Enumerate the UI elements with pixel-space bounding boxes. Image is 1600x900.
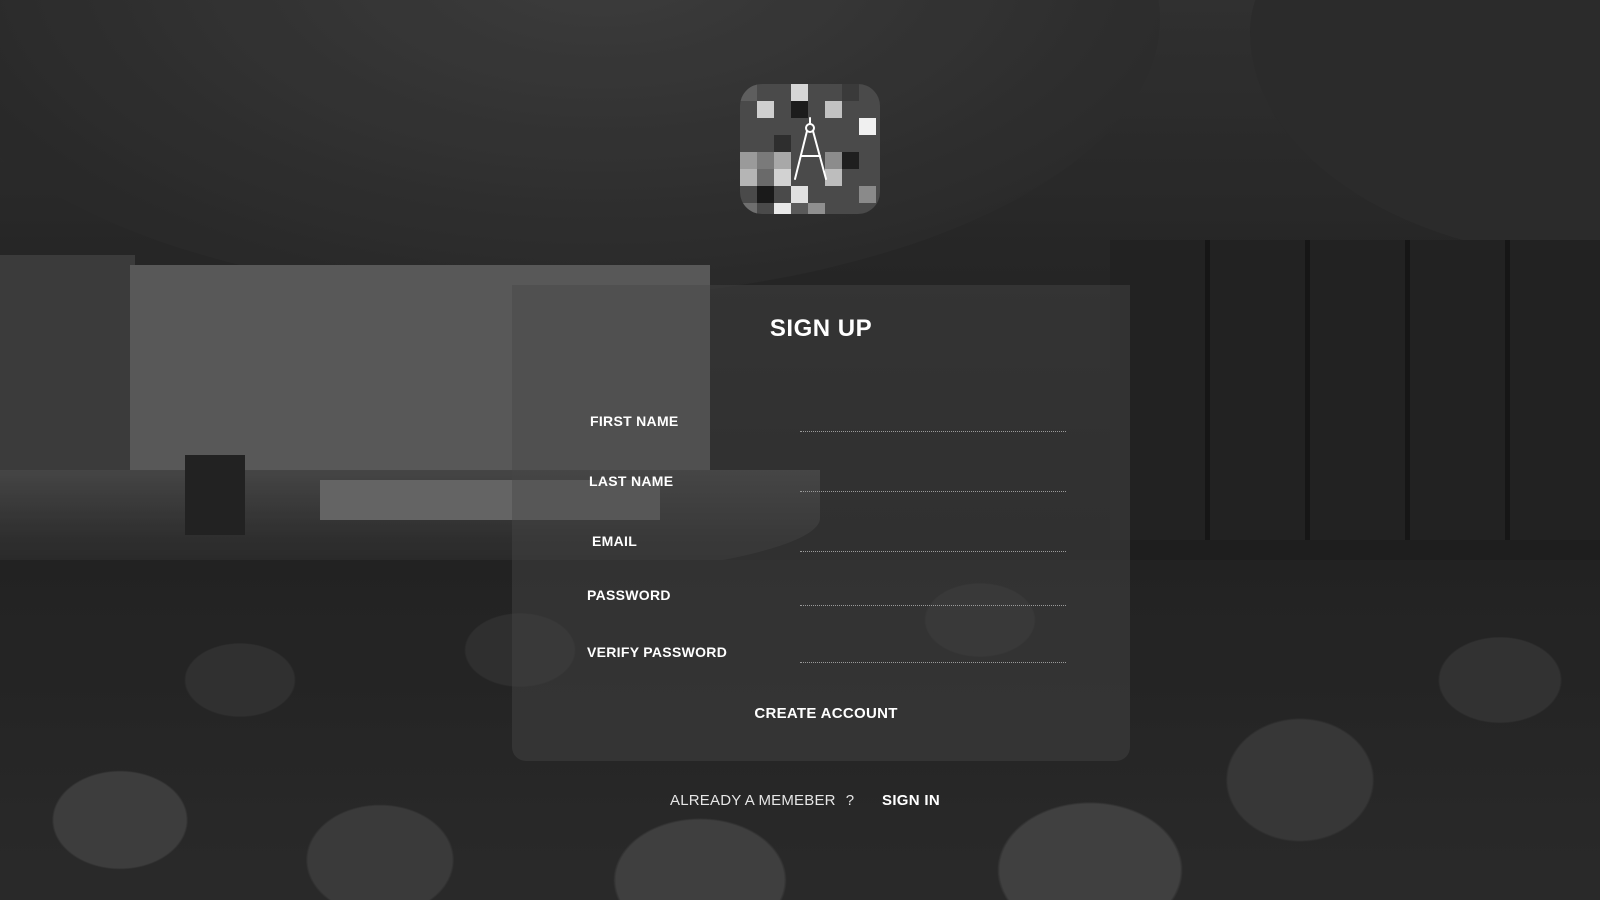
last-name-label: LAST NAME — [589, 473, 674, 489]
last-name-input[interactable] — [800, 469, 1066, 492]
first-name-input[interactable] — [800, 409, 1066, 432]
sign-in-link[interactable]: SIGN IN — [882, 792, 940, 809]
question-mark: ? — [845, 792, 855, 809]
email-input[interactable] — [800, 529, 1066, 552]
already-member-text: ALREADY A MEMEBER — [670, 792, 836, 809]
verify-password-row: VERIFY PASSWORD — [512, 640, 1130, 674]
verify-password-label: VERIFY PASSWORD — [587, 644, 728, 660]
app-logo — [740, 84, 880, 214]
first-name-label: FIRST NAME — [590, 413, 679, 429]
password-input[interactable] — [800, 583, 1066, 606]
password-label: PASSWORD — [587, 587, 671, 603]
email-label: EMAIL — [592, 533, 638, 549]
last-name-row: LAST NAME — [512, 469, 1130, 503]
drafting-compass-icon — [740, 84, 880, 214]
verify-password-input[interactable] — [800, 640, 1066, 663]
email-row: EMAIL — [512, 529, 1130, 563]
signup-panel: SIGN UP FIRST NAME LAST NAME EMAIL PASSW… — [512, 285, 1130, 761]
create-account-button[interactable]: CREATE ACCOUNT — [746, 701, 906, 725]
signin-prompt: ALREADY A MEMEBER? SIGN IN — [670, 792, 940, 812]
password-row: PASSWORD — [512, 583, 1130, 617]
first-name-row: FIRST NAME — [512, 409, 1130, 443]
form-title: SIGN UP — [769, 315, 873, 342]
